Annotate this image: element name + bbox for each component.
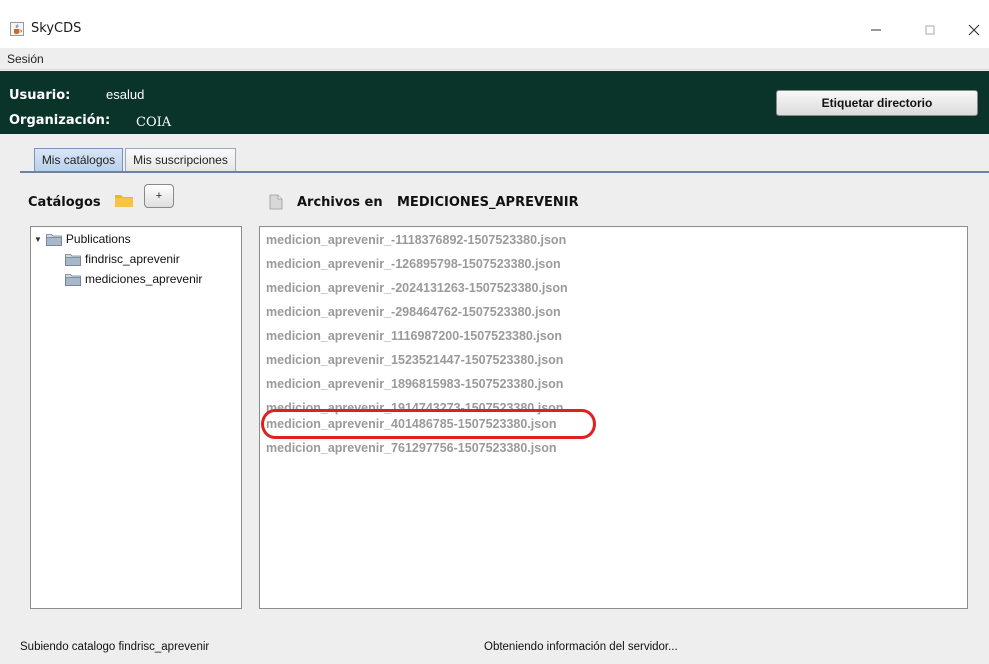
tree-node-publications[interactable]: ▼ Publications — [34, 232, 131, 246]
file-item[interactable]: medicion_aprevenir_761297756-1507523380.… — [266, 441, 556, 455]
add-catalog-button[interactable]: + — [144, 184, 174, 208]
folder-icon — [114, 192, 134, 213]
organization-label: Organización: — [9, 113, 111, 128]
user-value: esalud — [106, 87, 145, 102]
file-item-highlighted-wrapper: medicion_aprevenir_401486785-1507523380.… — [261, 409, 596, 439]
file-item[interactable]: medicion_aprevenir_1896815983-1507523380… — [266, 377, 563, 391]
menu-sesion[interactable]: Sesión — [7, 52, 44, 66]
app-window: SkyCDS Sesión Usuario: esalud Organizaci… — [0, 0, 989, 664]
tree-label: Publications — [65, 232, 131, 246]
tree-label: findrisc_aprevenir — [85, 252, 180, 266]
files-list[interactable]: medicion_aprevenir_-1118376892-150752338… — [259, 226, 968, 609]
close-icon — [968, 24, 979, 36]
menu-bar: Sesión — [0, 48, 989, 70]
tree-node-mediciones[interactable]: mediciones_aprevenir — [65, 272, 202, 286]
window-title: SkyCDS — [31, 21, 82, 36]
file-icon — [269, 194, 283, 215]
tab-my-subscriptions[interactable]: Mis suscripciones — [125, 148, 236, 171]
tag-directory-button[interactable]: Etiquetar directorio — [776, 90, 978, 116]
java-cup-icon — [10, 22, 24, 36]
minimize-button[interactable] — [856, 16, 896, 44]
close-button[interactable] — [958, 16, 989, 44]
user-label: Usuario: — [9, 88, 71, 103]
catalogs-title: Catálogos — [28, 195, 101, 210]
files-directory-name: MEDICIONES_APREVENIR — [397, 195, 579, 210]
folder-icon — [65, 253, 81, 266]
title-bar: SkyCDS — [0, 0, 989, 48]
catalog-tree[interactable]: ▼ Publications findrisc_aprevenir medici… — [30, 226, 242, 609]
organization-value: COIA — [136, 115, 172, 130]
file-item[interactable]: medicion_aprevenir_-298464762-1507523380… — [266, 305, 561, 319]
file-item[interactable]: medicion_aprevenir_-126895798-1507523380… — [266, 257, 561, 271]
file-item[interactable]: medicion_aprevenir_-2024131263-150752338… — [266, 281, 568, 295]
tree-node-findrisc[interactable]: findrisc_aprevenir — [65, 252, 180, 266]
status-message-right: Obteniendo información del servidor... — [484, 641, 678, 653]
files-title-prefix: Archivos en — [297, 195, 383, 210]
minimize-icon — [871, 29, 881, 31]
highlight-annotation — [261, 409, 596, 439]
file-item[interactable]: medicion_aprevenir_1523521447-1507523380… — [266, 353, 563, 367]
tree-label: mediciones_aprevenir — [85, 272, 203, 286]
file-item[interactable]: medicion_aprevenir_1116987200-1507523380… — [266, 329, 562, 343]
maximize-icon — [925, 25, 935, 35]
file-item[interactable]: medicion_aprevenir_-1118376892-150752338… — [266, 233, 566, 247]
folder-icon — [65, 273, 81, 286]
folder-icon — [46, 233, 62, 246]
tab-divider — [20, 171, 989, 173]
tab-my-catalogs[interactable]: Mis catálogos — [34, 148, 123, 171]
expand-arrow-icon[interactable]: ▼ — [34, 235, 42, 244]
status-message-left: Subiendo catalogo findrisc_aprevenir — [20, 641, 210, 653]
maximize-button[interactable] — [910, 16, 950, 44]
